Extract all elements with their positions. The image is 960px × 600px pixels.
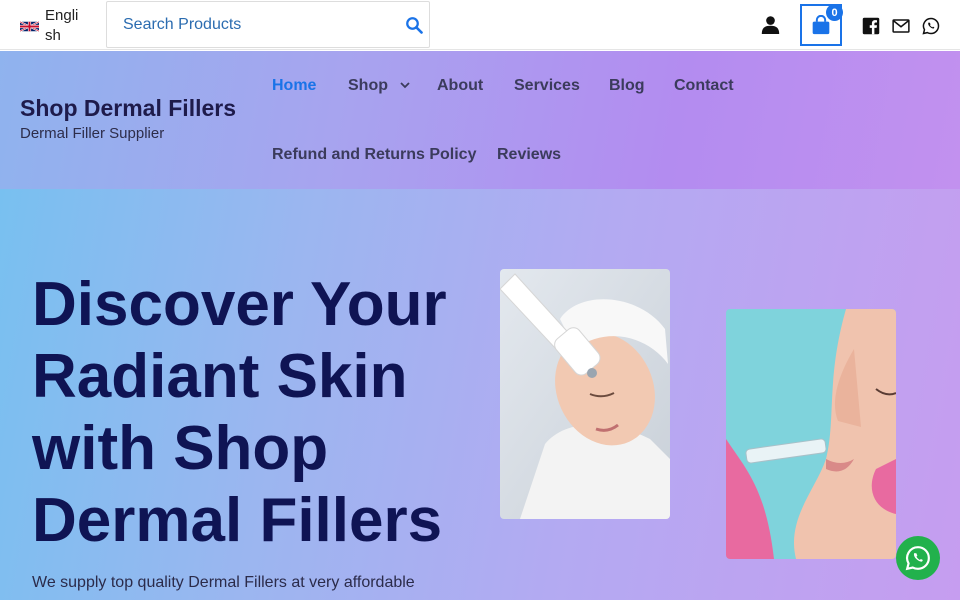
hero-image-treatment [500, 269, 670, 519]
nav-refund-policy[interactable]: Refund and Returns Policy [272, 146, 476, 164]
hero-description: We supply top quality Dermal Fillers at … [32, 574, 415, 591]
nav-shop[interactable]: Shop [348, 77, 411, 95]
nav-shop-label: Shop [348, 77, 388, 94]
top-bar: English 0 [0, 0, 960, 50]
whatsapp-icon [905, 546, 930, 571]
nav-about[interactable]: About [437, 77, 483, 95]
nav-home[interactable]: Home [272, 77, 316, 95]
nav-reviews[interactable]: Reviews [497, 146, 561, 164]
site-title[interactable]: Shop Dermal Fillers [20, 95, 236, 122]
cart-count-badge: 0 [826, 4, 843, 21]
user-icon[interactable] [761, 15, 780, 34]
language-switcher[interactable]: English [20, 6, 85, 46]
whatsapp-icon[interactable] [922, 17, 940, 35]
search-box [106, 1, 430, 48]
nav-contact[interactable]: Contact [674, 77, 734, 95]
uk-flag-icon [20, 20, 39, 32]
chevron-down-icon [400, 82, 411, 89]
facebook-icon[interactable] [862, 17, 880, 35]
cart-button[interactable]: 0 [800, 4, 843, 46]
search-icon[interactable] [405, 16, 423, 34]
language-label: English [45, 7, 79, 44]
site-tagline: Dermal Filler Supplier [20, 125, 165, 142]
hero-title: Discover Your Radiant Skin with Shop Der… [32, 270, 447, 555]
whatsapp-chat-button[interactable] [896, 536, 940, 580]
site-header: Shop Dermal Fillers Dermal Filler Suppli… [0, 51, 960, 189]
hero-section: Discover Your Radiant Skin with Shop Der… [0, 189, 960, 600]
nav-services[interactable]: Services [514, 77, 580, 95]
hero-image-injection [726, 309, 896, 559]
envelope-icon[interactable] [892, 17, 910, 35]
search-input[interactable] [107, 2, 397, 47]
nav-blog[interactable]: Blog [609, 77, 645, 95]
